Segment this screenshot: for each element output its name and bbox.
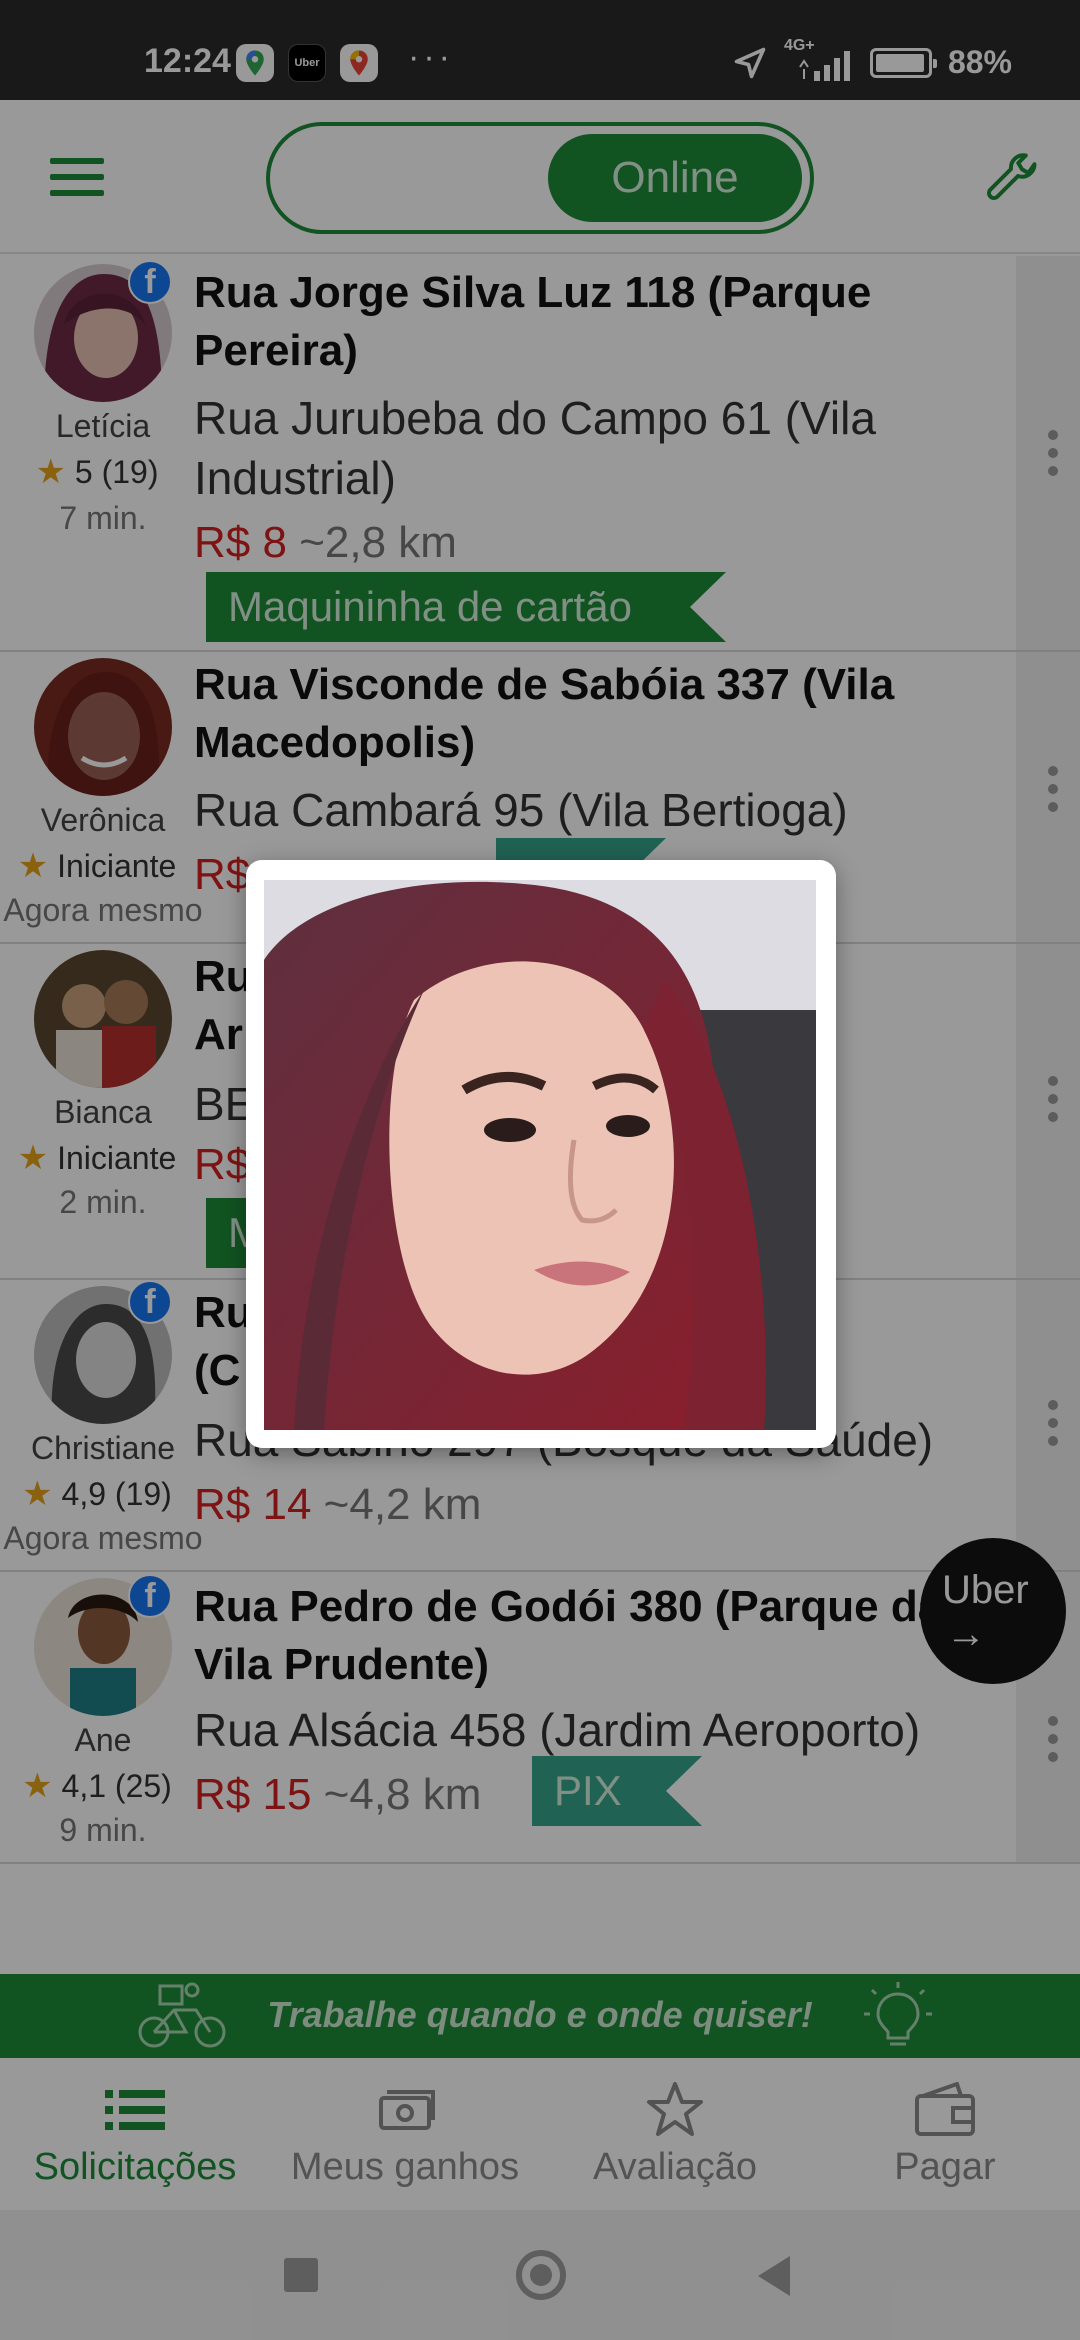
profile-photo-dialog[interactable] xyxy=(246,860,836,1448)
profile-photo-enlarged xyxy=(264,880,816,1430)
